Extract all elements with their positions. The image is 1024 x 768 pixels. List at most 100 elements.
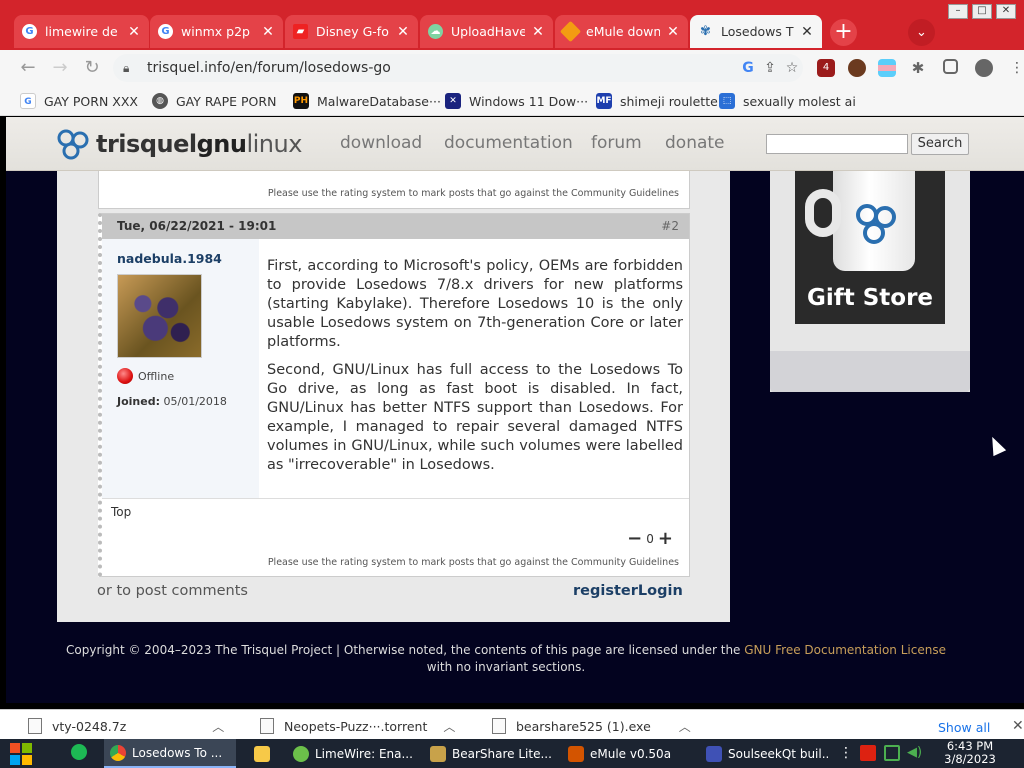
google-lens-icon[interactable]: G <box>737 60 759 76</box>
post-body: First, according to Microsoft's policy, … <box>267 257 683 484</box>
system-clock[interactable]: 6:43 PM 3/8/2023 <box>940 740 1000 766</box>
chevron-up-icon[interactable]: ︿ <box>212 718 224 735</box>
taskbar-emule[interactable]: eMule v0.50a <box>562 739 690 768</box>
download-item[interactable]: bearshare525 (1).exe ︿ <box>492 717 691 735</box>
url-text: trisquel.info/en/forum/losedows-go <box>147 60 391 76</box>
menu-kebab-icon[interactable]: ⋮ <box>1008 59 1024 77</box>
post-permalink[interactable]: #2 <box>661 219 679 233</box>
site-search-input[interactable] <box>766 134 908 154</box>
close-icon[interactable]: ✕ <box>396 24 410 40</box>
tab-label: winmx p2p <box>181 24 250 39</box>
tab-disney[interactable]: ▰ Disney G-fo ✕ <box>285 15 418 48</box>
nav-donate[interactable]: donate <box>665 133 725 153</box>
close-icon[interactable]: ✕ <box>800 24 814 40</box>
author-name[interactable]: nadebula.1984 <box>117 251 222 266</box>
close-icon[interactable]: ✕ <box>1012 718 1024 734</box>
top-link[interactable]: Top <box>111 505 131 519</box>
account-icon[interactable] <box>975 59 993 77</box>
nav-download[interactable]: download <box>340 133 422 153</box>
bookmark-item[interactable]: MF shimeji roulette <box>596 92 718 110</box>
register-link[interactable]: register <box>573 583 638 599</box>
network-icon[interactable] <box>884 745 900 761</box>
bookmark-item[interactable]: G GAY PORN XXX <box>20 92 138 110</box>
close-icon[interactable]: ✕ <box>666 24 680 40</box>
upvote-button[interactable]: + <box>658 528 673 549</box>
post-date: Tue, 06/22/2021 - 19:01 <box>117 219 277 233</box>
site-search-button[interactable]: Search <box>911 133 969 155</box>
nav-documentation[interactable]: documentation <box>444 133 573 153</box>
bookmark-item[interactable]: ⬚ sexually molest ai <box>719 92 856 110</box>
tab-uploadhaven[interactable]: ☁ UploadHave ✕ <box>420 15 553 48</box>
overflow-icon[interactable]: ⋮ <box>838 745 854 761</box>
close-icon[interactable]: ✕ <box>261 24 275 40</box>
file-icon <box>28 718 42 734</box>
trisquel-logo-icon <box>57 129 89 160</box>
bookmark-item[interactable]: ◍ GAY RAPE PORN <box>152 92 276 110</box>
taskbar-label: BearShare Lite... <box>452 746 552 761</box>
profile-avatar-icon[interactable] <box>848 59 866 77</box>
nav-forum[interactable]: forum <box>591 133 642 153</box>
share-icon[interactable]: ⇪ <box>759 60 781 76</box>
back-button[interactable]: ← <box>18 58 38 78</box>
ublock-icon[interactable]: 4 <box>817 59 835 77</box>
site-logo[interactable]: trisquelgnulinux <box>56 128 302 160</box>
emule-icon <box>568 745 584 762</box>
tab-winmx[interactable]: G winmx p2p ✕ <box>150 15 283 48</box>
start-button[interactable] <box>10 743 32 765</box>
pdf-icon: ▰ <box>293 24 308 39</box>
bearshare-icon <box>430 745 446 762</box>
taskbar-bearshare[interactable]: BearShare Lite... <box>424 739 552 768</box>
tab-label: Losedows T <box>721 24 794 39</box>
chevron-up-icon[interactable]: ︿ <box>443 718 455 735</box>
close-window-button[interactable]: ✕ <box>996 4 1016 19</box>
close-icon[interactable]: ✕ <box>531 24 545 40</box>
guideline-note: Please use the rating system to mark pos… <box>267 188 679 199</box>
chevron-up-icon[interactable]: ︿ <box>679 718 691 735</box>
flag-extension-icon[interactable] <box>878 59 896 77</box>
post-rating: − 0 + <box>623 528 677 549</box>
flag-icon[interactable] <box>860 745 876 761</box>
close-icon[interactable]: ✕ <box>127 24 141 40</box>
taskbar-soulseek[interactable]: SoulseekQt buil... <box>700 739 828 768</box>
file-icon <box>492 718 506 734</box>
spotify-icon[interactable] <box>71 744 87 760</box>
minimize-button[interactable]: – <box>948 4 968 19</box>
taskbar-limewire[interactable]: LimeWire: Ena... <box>287 739 413 768</box>
tab-losedows[interactable]: ✾ Losedows T ✕ <box>690 15 822 48</box>
download-name: Neopets-Puzz···.torrent <box>284 718 428 734</box>
mf-icon: MF <box>596 93 612 109</box>
reload-button[interactable]: ↻ <box>82 58 102 78</box>
file-icon <box>260 718 274 734</box>
address-bar[interactable]: 🔒︎ trisquel.info/en/forum/losedows-go G … <box>113 54 803 82</box>
taskbar-label: SoulseekQt buil... <box>728 746 828 761</box>
clock-date: 3/8/2023 <box>944 752 996 766</box>
bookmark-label: MalwareDatabase··· <box>317 93 441 109</box>
tab-label: limewire de <box>45 24 118 39</box>
gift-store-banner[interactable]: Gift Store <box>795 171 945 324</box>
tab-emule[interactable]: eMule down ✕ <box>555 15 688 48</box>
forward-button[interactable]: → <box>50 58 70 78</box>
taskbar-explorer[interactable] <box>248 739 278 768</box>
sidepanel-icon[interactable] <box>943 59 958 74</box>
tab-limewire[interactable]: G limewire de ✕ <box>14 15 149 48</box>
download-item[interactable]: Neopets-Puzz···.torrent ︿ <box>260 717 455 735</box>
downvote-button[interactable]: − <box>627 528 642 549</box>
maximize-button[interactable]: □ <box>972 4 992 19</box>
volume-icon[interactable]: ◀) <box>907 745 923 761</box>
login-link[interactable]: Login <box>638 583 683 599</box>
bookmark-item[interactable]: PH MalwareDatabase··· <box>293 92 441 110</box>
download-item[interactable]: vty-0248.7z ︿ <box>28 717 224 735</box>
joined-label: Joined: <box>117 395 160 408</box>
bookmark-star-icon[interactable]: ☆ <box>781 60 803 76</box>
taskbar-chrome[interactable]: Losedows To ... <box>104 739 236 768</box>
tab-search-button[interactable]: ⌄ <box>908 19 935 46</box>
puzzle-extension-icon[interactable]: ✱ <box>909 59 927 77</box>
license-link[interactable]: GNU Free Documentation License <box>744 643 946 657</box>
avatar[interactable] <box>117 274 202 358</box>
show-all-downloads[interactable]: Show all <box>938 720 990 735</box>
new-tab-button[interactable]: + <box>830 19 857 46</box>
windows-logo-part <box>22 755 32 765</box>
tab-strip: G limewire de ✕ G winmx p2p ✕ ▰ Disney G… <box>0 0 1024 50</box>
divider <box>102 498 689 499</box>
bookmark-item[interactable]: ✕ Windows 11 Dow··· <box>445 92 588 110</box>
